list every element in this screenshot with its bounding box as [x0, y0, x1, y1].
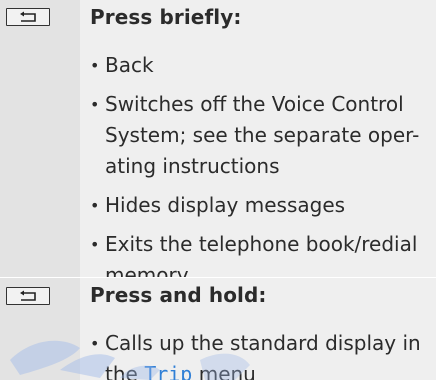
item-text: menu: [192, 362, 256, 380]
section-heading: Press and hold:: [90, 283, 267, 307]
list-item: Back: [90, 50, 430, 81]
back-arrow-key-icon: [20, 290, 36, 301]
press-briefly-section: Press briefly: Back Switches off the Voi…: [0, 0, 436, 287]
key-column: [0, 0, 80, 277]
action-list: Back Switches off the Voice Control Syst…: [90, 50, 430, 299]
list-item: Hides display messages: [90, 190, 430, 221]
trip-menu-label: Trip: [144, 362, 193, 380]
list-item: Switches off the Voice Control System; s…: [90, 89, 430, 182]
back-arrow-key-icon: [20, 11, 36, 22]
section-heading: Press briefly:: [90, 5, 242, 29]
press-and-hold-section: Press and hold: Calls up the standard di…: [0, 278, 436, 380]
key-column: [0, 278, 80, 380]
back-key: [6, 287, 50, 305]
action-list: Calls up the standard display in the Tri…: [90, 328, 430, 380]
list-item: Calls up the standard display in the Tri…: [90, 328, 430, 380]
description-column: Press and hold: Calls up the standard di…: [80, 278, 436, 380]
back-key: [6, 8, 50, 26]
description-column: Press briefly: Back Switches off the Voi…: [80, 0, 436, 287]
